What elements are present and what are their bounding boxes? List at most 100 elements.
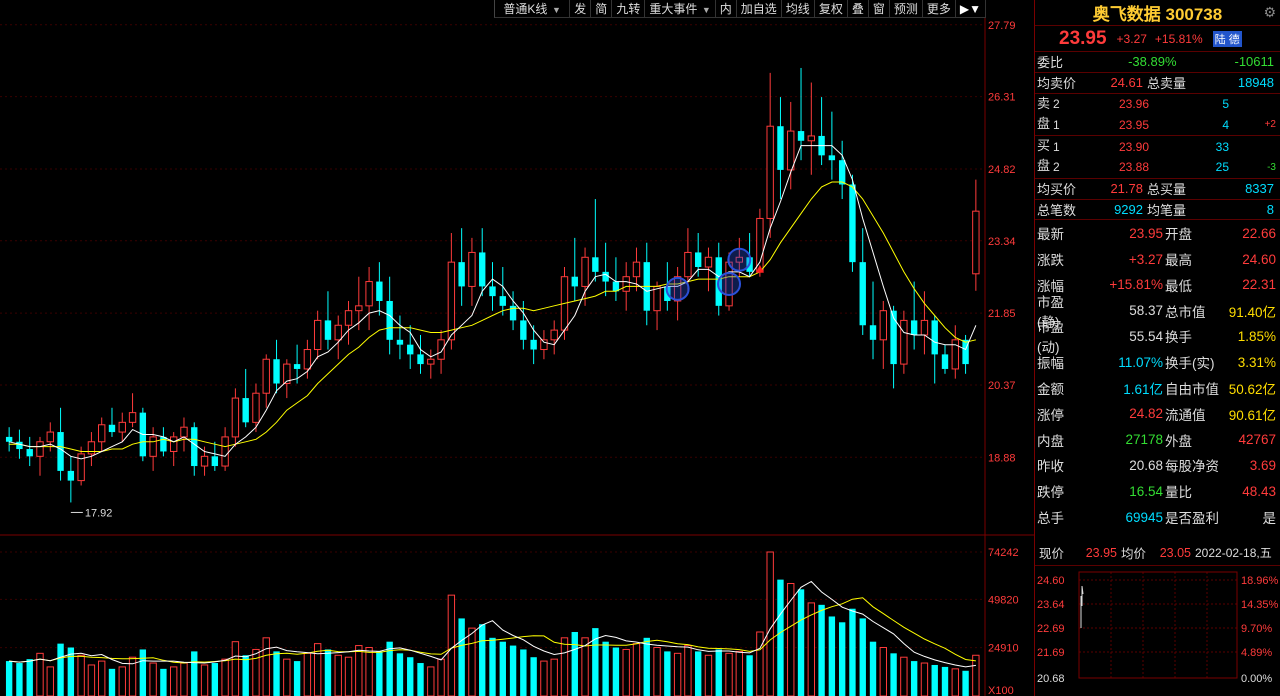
ask-price: 23.96 <box>1118 96 1149 111</box>
volume-bar <box>838 622 846 696</box>
stat-value: 22.31 <box>1242 277 1276 293</box>
volume-bar <box>231 641 240 696</box>
candle-body <box>221 436 229 467</box>
volume-bar <box>900 656 908 696</box>
stat-value: 3.69 <box>1249 457 1276 473</box>
mini-right-tick: 4.89% <box>1241 647 1272 659</box>
stat-label: 总市值 <box>1165 304 1206 320</box>
collapse-panel-icon[interactable]: ▶▼ <box>956 0 986 18</box>
candle-body <box>520 320 527 340</box>
volume-bar <box>87 664 96 696</box>
gear-icon[interactable]: ⚙ <box>1263 4 1276 21</box>
sell-avg-value: 24.61 <box>1110 75 1143 91</box>
stat-value: +3.27 <box>1128 251 1163 267</box>
mini-left-tick: 21.69 <box>1037 647 1065 659</box>
bid-price: 23.90 <box>1118 139 1149 154</box>
adjust-button[interactable]: 复权 <box>815 0 848 18</box>
stat-value: 42767 <box>1238 432 1276 448</box>
pattern-highlight-circle <box>665 276 690 301</box>
candle-body <box>262 358 270 394</box>
stat-value: 16.54 <box>1129 483 1163 499</box>
ask-book: 卖盘 2 23.96 5 1 23.95 4 +2 <box>1035 94 1280 137</box>
order-ratio-label: 委比 <box>1037 55 1064 71</box>
candle-body <box>191 427 198 467</box>
volume-bar <box>221 658 229 696</box>
sell-avg-row: 均卖价 24.61 总卖量 18948 <box>1035 73 1280 94</box>
volume-bar <box>643 637 650 696</box>
mini-frame <box>1078 571 1238 679</box>
stat-row: 跌停 16.54 量比 48.43 <box>1035 478 1280 504</box>
candle-body <box>571 276 578 287</box>
toolbar-fa-button[interactable]: 发 <box>570 0 592 18</box>
candle-body <box>231 397 240 438</box>
volume-tick-label: X100 <box>988 685 1014 696</box>
volume-bar <box>962 670 969 696</box>
kline-svg[interactable]: 27.79 26.31 24.82 23.34 21.85 20.37 18.88 74242… <box>0 0 1034 696</box>
stat-value: 1.85% <box>1237 328 1276 344</box>
low-marker-label: 17.92 <box>85 507 113 519</box>
candle-body <box>273 359 280 384</box>
kline-chart-area[interactable]: 27.79 26.31 24.82 23.34 21.85 20.37 18.88 74242… <box>0 0 1034 696</box>
pattern-highlight-circle <box>717 271 742 296</box>
candle-body <box>355 305 363 312</box>
stat-label: 金额 <box>1037 382 1064 398</box>
stock-name-code: 奥飞数据 300738 <box>1092 5 1223 24</box>
sell-avg-label: 均卖价 <box>1037 76 1077 92</box>
stat-label: 每股净资 <box>1165 459 1219 475</box>
ask-volume: 5 <box>1222 96 1229 111</box>
candle-body <box>807 135 815 142</box>
volume-bar <box>869 641 877 696</box>
mini-left-tick: 20.68 <box>1037 673 1065 685</box>
candle-body <box>951 339 959 370</box>
stat-label: 是否盈利 <box>1165 511 1219 527</box>
ma-button[interactable]: 均线 <box>782 0 815 18</box>
volume-bar <box>211 663 219 696</box>
quote-header: 23.95 +3.27 +15.81% 陆 德 <box>1035 26 1280 52</box>
candle-body <box>879 310 887 341</box>
candle-body <box>622 276 630 292</box>
stat-value: 23.95 <box>1129 225 1163 241</box>
price-tick-label: 27.79 <box>988 20 1016 32</box>
bid-level-row[interactable]: 2 23.88 25 -3 <box>1035 157 1280 178</box>
stat-row: 内盘 27178 外盘 42767 <box>1035 427 1280 453</box>
more-button[interactable]: 更多 <box>923 0 956 18</box>
toolbar-nei-button[interactable]: 内 <box>716 0 737 18</box>
stat-label: 涨跌 <box>1037 253 1064 269</box>
ask-level-row[interactable]: 2 23.96 5 <box>1035 94 1280 115</box>
candle-body <box>797 131 805 141</box>
candle-body <box>592 257 599 272</box>
volume-tick-label: 74242 <box>988 547 1019 559</box>
bid-side-label: 买盘 <box>1037 138 1051 174</box>
candle-body <box>632 261 641 278</box>
volume-bar <box>355 645 363 696</box>
stat-value: 22.66 <box>1242 225 1276 241</box>
stat-label: 自由市值 <box>1165 382 1219 398</box>
ask-level-row[interactable]: 1 23.95 4 +2 <box>1035 114 1280 135</box>
add-watchlist-button[interactable]: 加自选 <box>737 0 782 18</box>
stat-label: 昨收 <box>1037 459 1064 475</box>
volume-bar <box>57 643 64 696</box>
major-events-select[interactable]: 重大事件 ▼ <box>645 0 716 18</box>
kline-type-select[interactable]: 普通K线 ▼ <box>495 0 571 18</box>
volume-bar <box>818 604 825 696</box>
overlay-button[interactable]: 叠 <box>848 0 869 18</box>
volume-bar <box>489 637 496 696</box>
candle-body <box>376 281 383 301</box>
stats-table: 最新 23.95 开盘 22.66 涨跌 +3.27 最高 24.60 涨幅 +15.81% 最低 2… <box>1035 220 1280 530</box>
major-events-label: 重大事件 <box>649 1 698 16</box>
candle-body <box>787 130 795 171</box>
toolbar-jiuzhuan-button[interactable]: 九转 <box>612 0 646 18</box>
forecast-button[interactable]: 预测 <box>890 0 923 18</box>
ask-volume: 4 <box>1222 117 1229 132</box>
stat-label: 最高 <box>1165 253 1192 269</box>
candle-body <box>766 125 774 219</box>
volume-bar <box>684 645 692 696</box>
window-button[interactable]: 窗 <box>869 0 890 18</box>
intraday-mini-chart[interactable]: 现价 23.95 均价 23.05 2022-02-18,五 24.60 18.9… <box>1035 540 1280 696</box>
bid-level-row[interactable]: 1 23.90 33 <box>1035 136 1280 157</box>
toolbar-jian-button[interactable]: 简 <box>591 0 613 18</box>
volume-bar <box>242 655 249 696</box>
candle-body <box>530 339 537 350</box>
order-ratio-diff: -10611 <box>1234 54 1274 70</box>
price-tick-label: 24.82 <box>988 164 1016 176</box>
